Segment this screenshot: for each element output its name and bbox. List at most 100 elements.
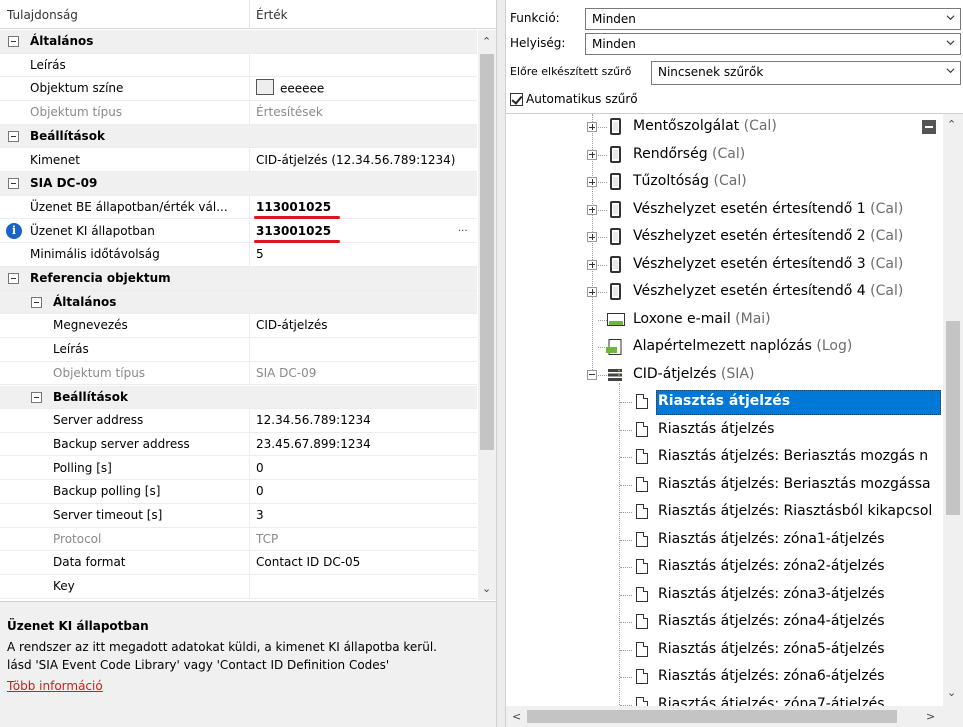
scrollbar-thumb[interactable]: [946, 321, 960, 515]
property-row[interactable]: Üzenet BE állapotban/érték vál... 1130010…: [0, 195, 477, 220]
tree-node[interactable]: CID-átjelzés (SIA): [506, 362, 943, 389]
property-value[interactable]: 3: [256, 508, 264, 522]
column-header-property[interactable]: Tulajdonság: [7, 8, 78, 22]
auto-filter-label[interactable]: Automatikus szűrő: [526, 92, 638, 106]
more-info-link[interactable]: Több információ: [7, 679, 103, 693]
property-row[interactable]: Objektum típus Értesítések: [0, 101, 477, 125]
property-row[interactable]: Objektum típus SIA DC-09: [0, 361, 477, 386]
scroll-right-icon[interactable]: >: [926, 710, 935, 723]
panel-splitter[interactable]: [496, 0, 506, 727]
property-subcategory[interactable]: Beállítások: [0, 385, 477, 409]
tree-child-node[interactable]: Riasztás átjelzés: zóna5-átjelzés: [506, 637, 943, 664]
property-value[interactable]: 113001025: [256, 200, 331, 214]
auto-filter-checkbox[interactable]: [510, 93, 523, 106]
expand-icon[interactable]: [587, 122, 597, 132]
property-row[interactable]: Megnevezés CID-átjelzés: [0, 314, 477, 338]
scrollbar-thumb[interactable]: [527, 710, 897, 723]
collapse-icon[interactable]: [587, 369, 597, 380]
property-value[interactable]: 23.45.67.899:1234: [256, 437, 371, 451]
tree-child-node[interactable]: Riasztás átjelzés: Beriasztás mozgás n: [506, 444, 943, 471]
property-row[interactable]: Polling [s] 0: [0, 456, 477, 481]
expand-icon[interactable]: [587, 287, 597, 297]
property-value[interactable]: eeeeee: [256, 79, 324, 97]
tree-child-node[interactable]: Riasztás átjelzés: zóna4-átjelzés: [506, 609, 943, 636]
property-category[interactable]: Referencia objektum: [0, 267, 477, 291]
collapse-icon[interactable]: [8, 130, 19, 142]
collapse-icon[interactable]: [31, 296, 42, 308]
function-filter-dropdown[interactable]: Minden: [585, 8, 961, 30]
edit-ellipsis-button[interactable]: ...: [458, 223, 472, 234]
expand-icon[interactable]: [587, 259, 597, 270]
tree-child-node[interactable]: Riasztás átjelzés: zóna3-átjelzés: [506, 582, 943, 609]
property-row[interactable]: Server timeout [s] 3: [0, 504, 477, 528]
property-value[interactable]: CID-átjelzés: [256, 318, 328, 332]
tree-node[interactable]: Vészhelyzet esetén értesítendő 2 (Cal): [506, 224, 943, 251]
property-category[interactable]: Beállítások: [0, 124, 477, 149]
preset-filter-dropdown[interactable]: Nincsenek szűrők: [651, 61, 961, 85]
property-value[interactable]: 0: [256, 461, 264, 475]
property-row[interactable]: Key: [0, 575, 477, 599]
tree-node[interactable]: Alapértelmezett naplózás (Log): [506, 334, 943, 361]
property-row[interactable]: Objektum színe eeeeee: [0, 77, 477, 101]
expand-icon[interactable]: [587, 177, 597, 187]
property-row[interactable]: Minimális időtávolság 5: [0, 243, 477, 267]
property-row[interactable]: Üzenet KI állapotban 313001025 i...: [0, 219, 477, 244]
property-row[interactable]: Backup server address 23.45.67.899:1234: [0, 432, 477, 457]
tree-child-node[interactable]: Riasztás átjelzés: [506, 389, 943, 416]
tree-child-node[interactable]: Riasztás átjelzés: Riasztásból kikapcsol: [506, 499, 943, 526]
property-value[interactable]: Contact ID DC-05: [256, 555, 360, 569]
property-row[interactable]: Protocol TCP: [0, 527, 477, 552]
property-value[interactable]: 0: [256, 484, 264, 498]
tree-vertical-scrollbar[interactable]: ⌃ ⌄: [943, 114, 963, 706]
tree-child-node[interactable]: Riasztás átjelzés: Beriasztás mozgássa: [506, 472, 943, 499]
scroll-down-icon[interactable]: ⌄: [947, 686, 956, 699]
property-grid-scrollbar[interactable]: ⌃ ⌄: [478, 30, 496, 600]
tree-node[interactable]: Loxone e-mail (Mai): [506, 307, 943, 334]
collapse-icon[interactable]: [8, 273, 19, 284]
expand-icon[interactable]: [587, 204, 597, 215]
property-row[interactable]: Backup polling [s] 0: [0, 480, 477, 504]
tree-horizontal-scrollbar[interactable]: < >: [506, 706, 943, 727]
tree-node[interactable]: Rendőrség (Cal): [506, 142, 943, 169]
expand-icon[interactable]: [587, 232, 597, 242]
property-value[interactable]: 313001025: [256, 224, 331, 238]
column-separator[interactable]: [249, 0, 250, 29]
property-value[interactable]: SIA DC-09: [256, 366, 316, 380]
collapse-icon[interactable]: [31, 391, 42, 403]
tree-node[interactable]: Vészhelyzet esetén értesítendő 3 (Cal): [506, 252, 943, 279]
tree-node[interactable]: Vészhelyzet esetén értesítendő 1 (Cal): [506, 197, 943, 224]
scrollbar-thumb[interactable]: [480, 54, 494, 450]
tree-node[interactable]: Mentőszolgálat (Cal): [506, 114, 943, 141]
property-category[interactable]: SIA DC-09: [0, 172, 477, 196]
tree-node[interactable]: Tűzoltóság (Cal): [506, 169, 943, 196]
collapse-icon[interactable]: [8, 36, 19, 47]
tree-node[interactable]: Vészhelyzet esetén értesítendő 4 (Cal): [506, 279, 943, 306]
scroll-left-icon[interactable]: <: [512, 710, 521, 723]
color-swatch[interactable]: [256, 79, 274, 96]
property-value[interactable]: 12.34.56.789:1234: [256, 413, 371, 427]
property-value[interactable]: Értesítések: [256, 105, 323, 119]
property-subcategory[interactable]: Általános: [0, 290, 477, 315]
expand-icon[interactable]: [587, 149, 597, 160]
property-value[interactable]: CID-átjelzés (12.34.56.789:1234): [256, 153, 455, 167]
property-row[interactable]: Leírás: [0, 53, 477, 78]
property-row[interactable]: Server address 12.34.56.789:1234: [0, 409, 477, 433]
property-row[interactable]: Leírás: [0, 338, 477, 362]
scroll-up-icon[interactable]: ⌃: [947, 118, 956, 131]
tree-child-node[interactable]: Riasztás átjelzés: zóna1-átjelzés: [506, 527, 943, 554]
property-value[interactable]: 5: [256, 247, 264, 261]
tree-child-node[interactable]: Riasztás átjelzés: zóna6-átjelzés: [506, 664, 943, 691]
tree-child-node[interactable]: Riasztás átjelzés: zóna7-átjelzés: [506, 692, 943, 706]
property-value[interactable]: TCP: [256, 532, 278, 546]
tree-child-node[interactable]: Riasztás átjelzés: zóna2-átjelzés: [506, 554, 943, 581]
collapse-all-icon[interactable]: [922, 120, 936, 134]
scroll-down-icon[interactable]: ⌄: [482, 582, 491, 595]
collapse-icon[interactable]: [8, 178, 19, 190]
scroll-up-icon[interactable]: ⌃: [482, 35, 491, 48]
property-row[interactable]: Data format Contact ID DC-05: [0, 551, 477, 575]
column-header-value[interactable]: Érték: [256, 8, 288, 22]
tree-child-node[interactable]: Riasztás átjelzés: [506, 417, 943, 444]
property-row[interactable]: Kimenet CID-átjelzés (12.34.56.789:1234): [0, 148, 477, 172]
property-category[interactable]: Általános: [0, 30, 477, 54]
room-filter-dropdown[interactable]: Minden: [585, 33, 961, 55]
